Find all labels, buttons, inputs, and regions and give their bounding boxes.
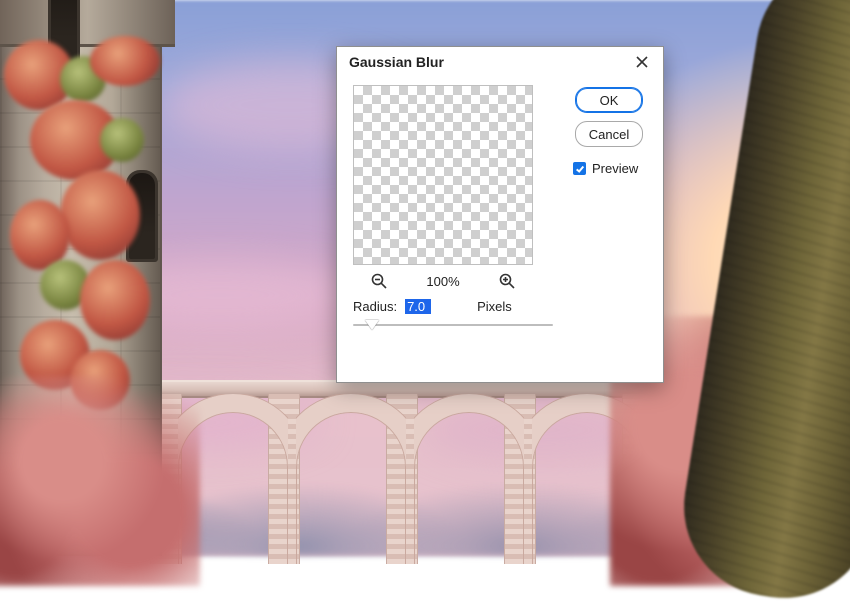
radius-unit: Pixels <box>477 299 512 314</box>
ivy <box>80 260 150 340</box>
zoom-out-button[interactable] <box>371 273 387 289</box>
close-icon <box>636 56 648 68</box>
radius-input[interactable]: 7.0 <box>405 299 431 314</box>
filter-preview[interactable] <box>353 85 533 265</box>
castle-tower-cornice <box>0 0 175 47</box>
zoom-out-icon <box>371 273 387 289</box>
dialog-title: Gaussian Blur <box>349 54 444 70</box>
zoom-in-icon <box>499 273 515 289</box>
zoom-controls: 100% <box>353 273 533 289</box>
radius-slider[interactable] <box>353 320 553 338</box>
radius-row: Radius: 7.0 Pixels <box>353 299 647 314</box>
photoshop-canvas: Gaussian Blur OK Cancel Preview <box>0 0 850 556</box>
aqueduct-arch <box>414 394 524 564</box>
ivy <box>100 118 144 162</box>
radius-label: Radius: <box>353 299 397 314</box>
gaussian-blur-dialog: Gaussian Blur OK Cancel Preview <box>336 46 664 383</box>
ivy <box>90 36 160 86</box>
dialog-body: 100% Radius: 7.0 Pixels <box>337 77 663 352</box>
close-button[interactable] <box>629 49 655 75</box>
zoom-percent: 100% <box>421 274 465 289</box>
tree-foliage <box>0 376 200 586</box>
aqueduct-arch <box>296 394 406 564</box>
slider-thumb-icon[interactable] <box>365 320 379 330</box>
ivy <box>60 170 140 260</box>
slider-track <box>353 324 553 326</box>
zoom-in-button[interactable] <box>499 273 515 289</box>
dialog-titlebar[interactable]: Gaussian Blur <box>337 47 663 77</box>
